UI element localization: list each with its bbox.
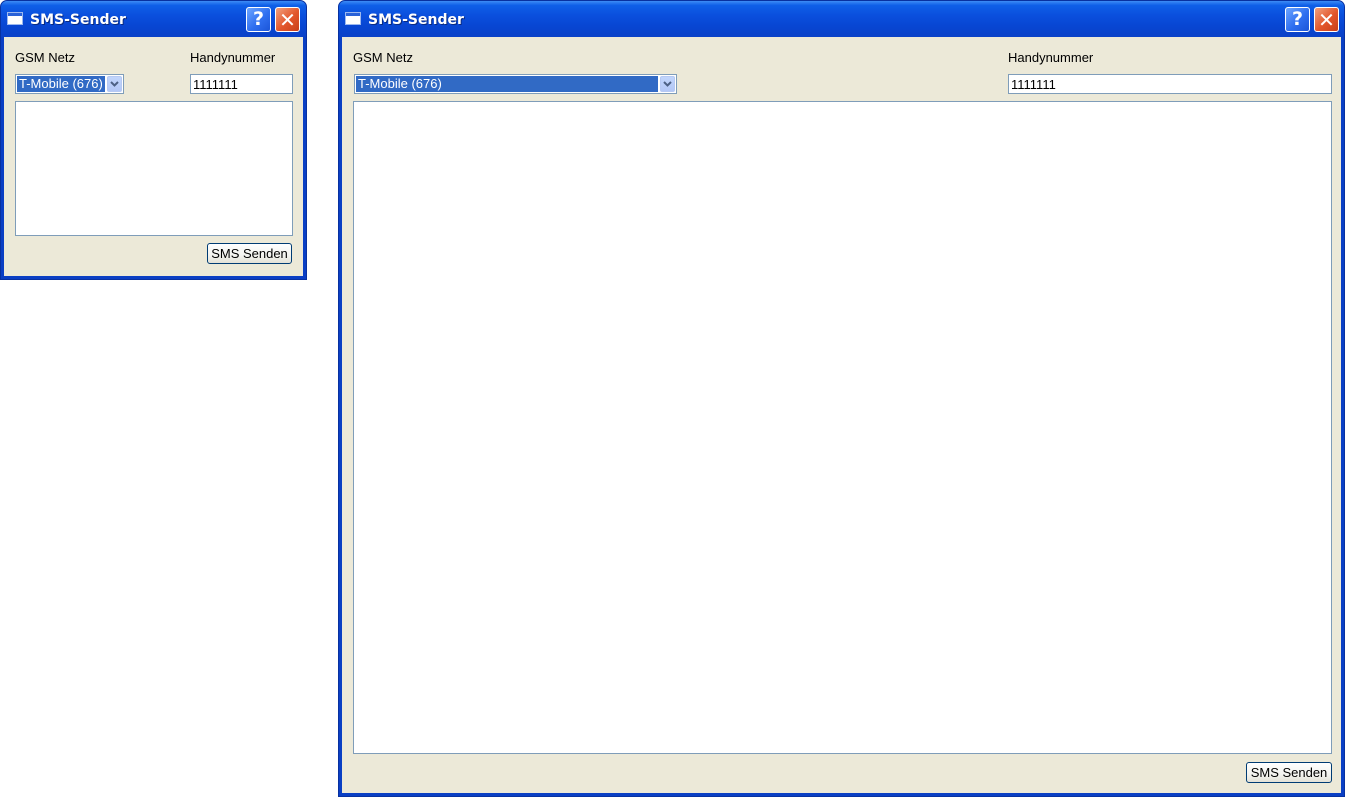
dropdown-button[interactable] (660, 76, 675, 92)
window-client-area: GSM Netz Handynummer T-Mobile (676) SMS … (4, 37, 303, 276)
gsm-network-label: GSM Netz (353, 50, 413, 65)
sms-message-textarea[interactable] (15, 101, 293, 236)
help-button[interactable]: ? (1285, 7, 1310, 32)
window-title: SMS-Sender (30, 12, 126, 28)
window-icon (345, 12, 361, 25)
close-icon: ✕ (1318, 7, 1335, 32)
gsm-network-select[interactable]: T-Mobile (676) (15, 74, 124, 94)
dropdown-button[interactable] (107, 76, 122, 92)
phone-number-input[interactable] (1008, 74, 1332, 94)
gsm-network-selected-value: T-Mobile (676) (356, 76, 658, 92)
phone-number-label: Handynummer (1008, 50, 1094, 65)
sms-sender-window-large: SMS-Sender ? ✕ GSM Netz Handynummer T-Mo… (338, 0, 1345, 797)
sms-sender-window-small: SMS-Sender ? ✕ GSM Netz Handynummer T-Mo… (0, 0, 307, 280)
help-icon: ? (1291, 8, 1304, 30)
sms-message-textarea[interactable] (353, 101, 1332, 754)
title-bar[interactable]: SMS-Sender ? ✕ (1, 1, 306, 37)
chevron-down-icon (663, 81, 672, 87)
window-icon (7, 12, 23, 25)
phone-number-label: Handynummer (190, 50, 276, 65)
window-client-area: GSM Netz Handynummer T-Mobile (676) SMS … (342, 37, 1341, 793)
gsm-network-select[interactable]: T-Mobile (676) (354, 74, 677, 94)
help-button[interactable]: ? (246, 7, 271, 32)
help-icon: ? (252, 8, 265, 30)
gsm-network-label: GSM Netz (15, 50, 75, 65)
chevron-down-icon (110, 81, 119, 87)
close-button[interactable]: ✕ (275, 7, 300, 32)
title-bar[interactable]: SMS-Sender ? ✕ (339, 1, 1344, 37)
close-button[interactable]: ✕ (1314, 7, 1339, 32)
close-icon: ✕ (279, 7, 296, 32)
gsm-network-selected-value: T-Mobile (676) (17, 76, 105, 92)
send-sms-button[interactable]: SMS Senden (207, 243, 292, 264)
send-sms-button[interactable]: SMS Senden (1246, 762, 1332, 783)
window-title: SMS-Sender (368, 12, 464, 28)
phone-number-input[interactable] (190, 74, 293, 94)
